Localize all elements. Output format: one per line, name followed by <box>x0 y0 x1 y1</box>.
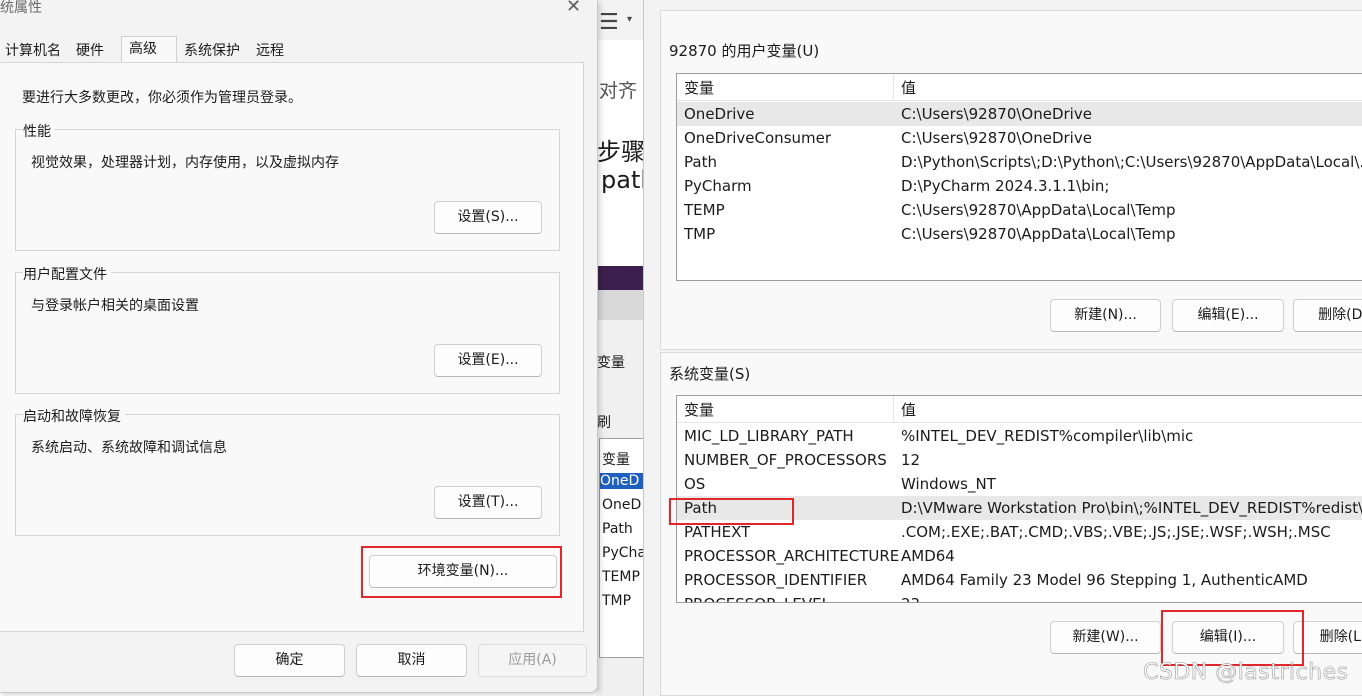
column-header-variable[interactable]: 变量 <box>684 396 714 422</box>
user-edit-button[interactable]: 编辑(E)... <box>1172 299 1284 332</box>
editor-gray-band <box>597 290 643 320</box>
apply-button[interactable]: 应用(A) <box>478 644 587 677</box>
var-value: AMD64 <box>901 547 955 565</box>
startup-recovery-description: 系统启动、系统故障和调试信息 <box>31 440 227 456</box>
column-header-variable[interactable]: 变量 <box>684 74 714 100</box>
editor-mini-list: 变量 OneD OneD Path PyCha TEMP TMP <box>599 438 643 658</box>
var-name: PyCharm <box>684 177 752 195</box>
list-header: 变量 值 <box>677 74 1362 101</box>
list-header: 变量 值 <box>677 396 1362 423</box>
environment-variables-dialog: 92870 的用户变量(U) 变量 值 OneDrive C:\Users\92… <box>643 0 1362 696</box>
editor-toolbar: ☰ ▾ <box>597 0 643 40</box>
var-name: OneDrive <box>684 105 755 123</box>
tab-advanced[interactable]: 高级 <box>121 36 177 63</box>
mini-list-item: TMP <box>602 593 632 609</box>
highlight-env-button <box>361 546 562 598</box>
user-var-row[interactable]: TEMP C:\Users\92870\AppData\Local\Temp <box>677 198 1362 222</box>
mini-list-item: PyCha <box>602 545 643 561</box>
var-name: NUMBER_OF_PROCESSORS <box>684 451 887 469</box>
tab-remote[interactable]: 远程 <box>251 38 289 63</box>
user-var-row[interactable]: Path D:\Python\Scripts\;D:\Python\;C:\Us… <box>677 150 1362 174</box>
cancel-button[interactable]: 取消 <box>356 644 467 677</box>
user-new-button[interactable]: 新建(N)... <box>1050 299 1161 332</box>
editor-text-steps: 步骤 <box>597 138 643 166</box>
system-variables-panel: 系统变量(S) 变量 值 MIC_LD_LIBRARY_PATH %INTEL_… <box>660 352 1362 696</box>
user-var-row[interactable]: PyCharm D:\PyCharm 2024.3.1.1\bin; <box>677 174 1362 198</box>
var-value: Windows_NT <box>901 475 996 493</box>
mini-list-item: OneD <box>602 497 642 513</box>
startup-recovery-settings-button[interactable]: 设置(T)... <box>434 486 542 519</box>
mini-list-item: TEMP <box>602 569 640 585</box>
system-variables-title: 系统变量(S) <box>669 365 751 383</box>
editor-dark-band <box>597 266 643 290</box>
var-name: TEMP <box>684 201 725 219</box>
var-name: Path <box>684 153 717 171</box>
user-var-row[interactable]: OneDrive C:\Users\92870\OneDrive <box>677 102 1362 126</box>
var-value: C:\Users\92870\OneDrive <box>901 105 1092 123</box>
var-value: C:\Users\92870\AppData\Local\Temp <box>901 225 1176 243</box>
user-var-row[interactable]: TMP C:\Users\92870\AppData\Local\Temp <box>677 222 1362 246</box>
column-header-value[interactable]: 值 <box>901 396 916 422</box>
performance-description: 视觉效果，处理器计划，内存使用，以及虚拟内存 <box>31 155 339 171</box>
var-name: OneDriveConsumer <box>684 129 832 147</box>
user-var-row[interactable]: OneDriveConsumer C:\Users\92870\OneDrive <box>677 126 1362 150</box>
user-variables-title: 92870 的用户变量(U) <box>669 42 820 60</box>
var-value: C:\Users\92870\OneDrive <box>901 129 1092 147</box>
system-var-row[interactable]: OS Windows_NT <box>677 472 1362 496</box>
user-variables-panel: 92870 的用户变量(U) 变量 值 OneDrive C:\Users\92… <box>660 10 1362 350</box>
system-var-row[interactable]: PROCESSOR_LEVEL 23 <box>677 592 1362 602</box>
menu-icon[interactable]: ☰ <box>599 10 619 35</box>
user-profiles-group-title: 用户配置文件 <box>23 264 111 284</box>
var-name: PROCESSOR_IDENTIFIER <box>684 571 868 589</box>
var-name: PROCESSOR_LEVEL <box>684 592 830 602</box>
system-var-row[interactable]: PROCESSOR_ARCHITECTURE AMD64 <box>677 544 1362 568</box>
dropdown-caret-icon[interactable]: ▾ <box>627 14 632 25</box>
close-icon[interactable]: ✕ <box>566 0 581 17</box>
mini-list-item: OneD <box>600 473 643 489</box>
var-value: .COM;.EXE;.BAT;.CMD;.VBS;.VBE;.JS;.JSE;.… <box>901 523 1331 541</box>
var-value: 12 <box>901 451 921 469</box>
var-value: D:\VMware Workstation Pro\bin\;%INTEL_DE… <box>901 499 1362 517</box>
dialog-title: 系统属性 <box>0 0 42 16</box>
user-delete-button[interactable]: 删除(D) <box>1293 299 1362 332</box>
highlight-path-row <box>669 498 794 525</box>
performance-group-title: 性能 <box>23 121 55 141</box>
performance-settings-button[interactable]: 设置(S)... <box>434 201 542 234</box>
tab-computer-name[interactable]: 计算机名 <box>0 38 66 63</box>
admin-note: 要进行大多数更改，你必须作为管理员登录。 <box>22 90 302 106</box>
var-value: %INTEL_DEV_REDIST%compiler\lib\mic <box>901 427 1194 445</box>
user-profiles-settings-button[interactable]: 设置(E)... <box>434 344 542 377</box>
mini-list-header: 变量 <box>602 452 630 468</box>
tab-system-protection[interactable]: 系统保护 <box>179 38 245 63</box>
ok-button[interactable]: 确定 <box>234 644 345 677</box>
system-var-row[interactable]: NUMBER_OF_PROCESSORS 12 <box>677 448 1362 472</box>
editor-text-align: 对齐 <box>599 80 638 102</box>
tab-hardware[interactable]: 硬件 <box>71 38 109 63</box>
mini-list-item: Path <box>602 521 633 537</box>
system-var-row[interactable]: PROCESSOR_IDENTIFIER AMD64 Family 23 Mod… <box>677 568 1362 592</box>
var-value: D:\PyCharm 2024.3.1.1\bin; <box>901 177 1110 195</box>
watermark: CSDN @lastriches <box>1143 660 1349 686</box>
editor-text-refresh: 刷 <box>597 415 611 431</box>
var-name: OS <box>684 475 706 493</box>
var-value: C:\Users\92870\AppData\Local\Temp <box>901 201 1176 219</box>
system-new-button[interactable]: 新建(W)... <box>1050 621 1161 654</box>
var-name: MIC_LD_LIBRARY_PATH <box>684 427 854 445</box>
editor-text-path: path <box>601 166 643 194</box>
user-variables-list[interactable]: 变量 值 OneDrive C:\Users\92870\OneDrive On… <box>676 73 1362 281</box>
var-name: TMP <box>684 225 716 243</box>
background-editor: ☰ ▾ 对齐 步骤 path 变量 刷 变量 OneD OneD Path Py… <box>597 0 643 696</box>
editor-text-var: 变量 <box>597 355 625 371</box>
var-value: 23 <box>901 592 920 602</box>
column-header-value[interactable]: 值 <box>901 74 916 100</box>
system-properties-dialog: 系统属性 ✕ 计算机名 硬件 高级 系统保护 远程 要进行大多数更改，你必须作为… <box>0 0 598 693</box>
var-name: PROCESSOR_ARCHITECTURE <box>684 547 900 565</box>
startup-recovery-group-title: 启动和故障恢复 <box>23 406 125 426</box>
var-value: AMD64 Family 23 Model 96 Stepping 1, Aut… <box>901 571 1308 589</box>
advanced-tab-pane: 要进行大多数更改，你必须作为管理员登录。 性能 视觉效果，处理器计划，内存使用，… <box>0 62 584 632</box>
user-profiles-description: 与登录帐户相关的桌面设置 <box>31 298 199 314</box>
highlight-edit-button <box>1161 610 1304 666</box>
var-value: D:\Python\Scripts\;D:\Python\;C:\Users\9… <box>901 153 1362 171</box>
system-var-row[interactable]: MIC_LD_LIBRARY_PATH %INTEL_DEV_REDIST%co… <box>677 424 1362 448</box>
